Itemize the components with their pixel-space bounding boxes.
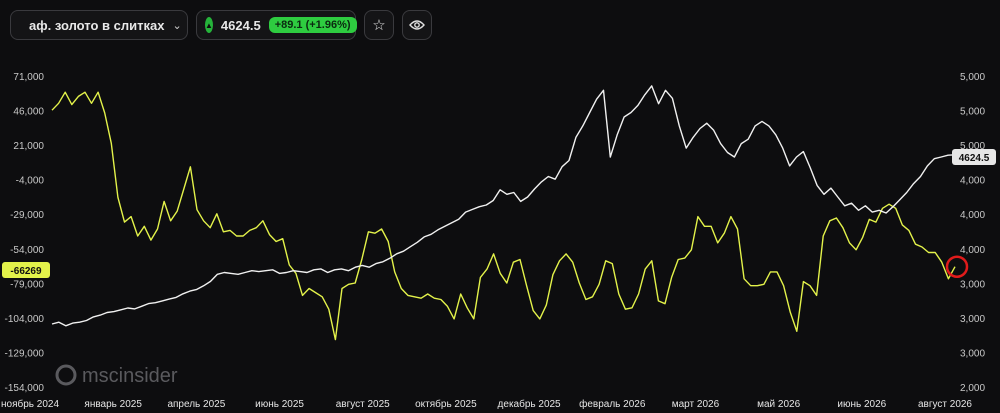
- right-tick-label: 5,000: [960, 72, 985, 83]
- right-tick-label: 2,000: [960, 383, 985, 394]
- left-tick-label: 46,000: [13, 107, 44, 118]
- left-tick-label: -154,000: [5, 383, 45, 394]
- left-tick-label: 21,000: [13, 141, 44, 152]
- left-tick-label: -54,000: [10, 245, 44, 256]
- right-tick-label: 4,000: [960, 176, 985, 187]
- x-tick-label: март 2026: [672, 399, 720, 410]
- x-tick-label: апрель 2025: [167, 399, 225, 410]
- last-left-label: -66269: [2, 262, 50, 278]
- left-tick-label: -129,000: [5, 348, 45, 359]
- x-tick-label: июнь 2026: [837, 399, 886, 410]
- left-axis: 71,000 46,000 21,000 -4,000 -29,000 -54,000 -7…: [5, 72, 45, 394]
- watermark-text: mscinsider: [82, 365, 178, 387]
- series-lines: [51, 85, 956, 341]
- svg-text:4624.5: 4624.5: [959, 153, 990, 164]
- watermark: mscinsider: [55, 364, 178, 387]
- highlight-marker-icon: [945, 255, 969, 278]
- last-right-label: 4624.5: [952, 149, 996, 165]
- right-tick-label: 5,000: [960, 107, 985, 118]
- right-tick-label: 3,000: [960, 314, 985, 325]
- x-tick-label: август 2026: [918, 399, 972, 410]
- x-tick-label: август 2025: [336, 399, 390, 410]
- x-tick-label: июнь 2025: [255, 399, 304, 410]
- right-tick-label: 3,000: [960, 348, 985, 359]
- series-line-yellow: [51, 91, 956, 341]
- series-line-white: [51, 85, 956, 327]
- right-tick-label: 3,000: [960, 279, 985, 290]
- left-tick-label: -104,000: [5, 314, 45, 325]
- left-tick-label: -79,000: [10, 279, 44, 290]
- left-tick-label: -29,000: [10, 210, 44, 221]
- right-tick-label: 4,000: [960, 245, 985, 256]
- left-tick-label: 71,000: [13, 72, 44, 83]
- x-tick-label: февраль 2026: [579, 398, 646, 410]
- x-tick-label: декабрь 2025: [498, 398, 562, 410]
- x-tick-label: октябрь 2025: [415, 398, 477, 410]
- x-tick-label: май 2026: [757, 399, 800, 410]
- price-chart[interactable]: mscinsider 71,000 46,000 21,000 -4,000 -29,0…: [0, 0, 1000, 413]
- x-tick-label: январь 2025: [84, 399, 142, 410]
- right-tick-label: 4,000: [960, 210, 985, 221]
- left-tick-label: -4,000: [16, 176, 45, 187]
- x-tick-label: ноябрь 2024: [1, 398, 59, 410]
- right-axis: 5,0005,0005,0004,0004,0004,0003,0003,000…: [960, 72, 985, 394]
- x-axis: ноябрь 2024 январь 2025 апрель 2025 июнь 20…: [1, 398, 972, 410]
- svg-text:-66269: -66269: [10, 266, 42, 277]
